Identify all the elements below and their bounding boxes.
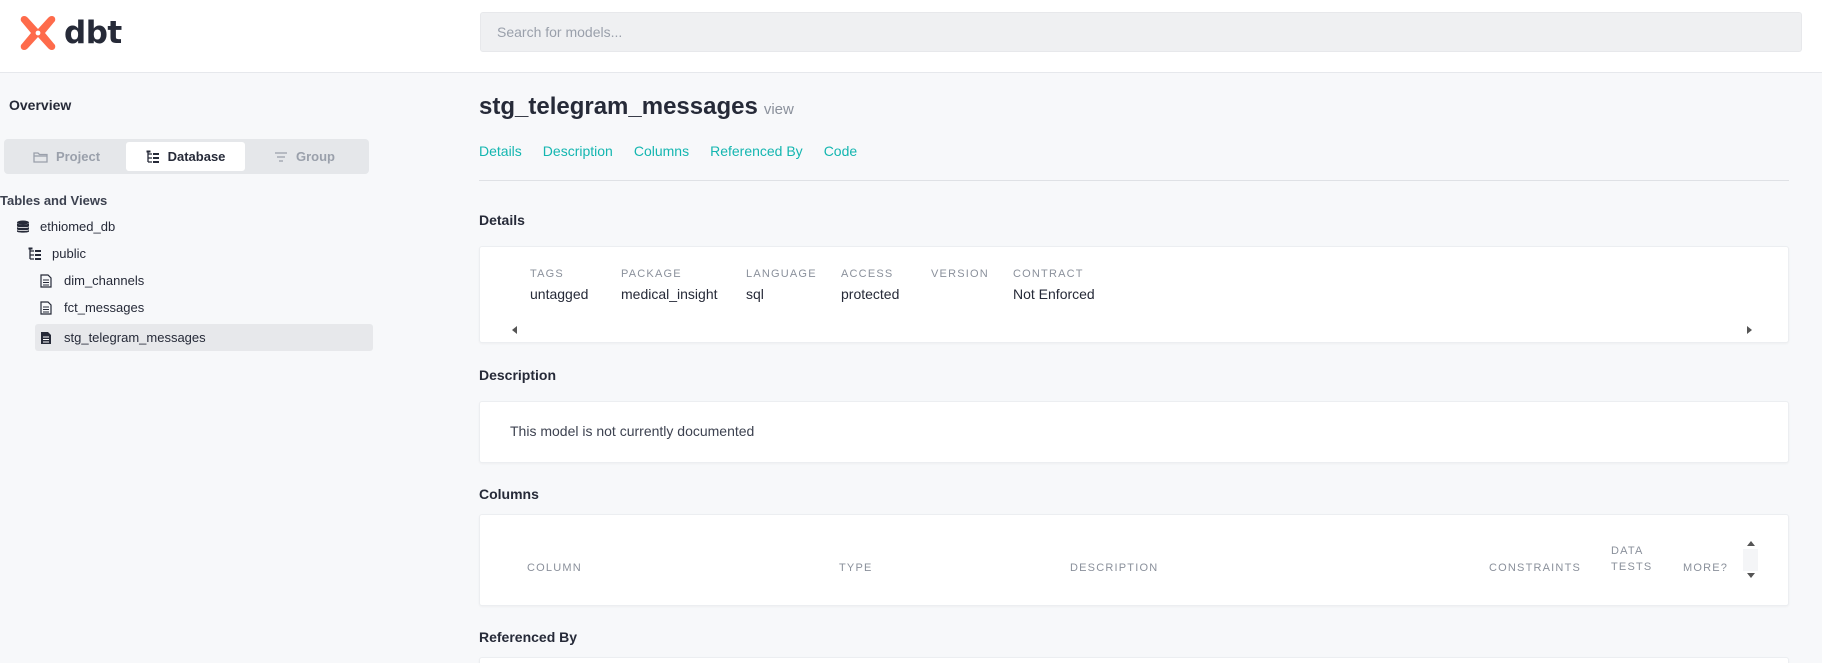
model-name: stg_telegram_messages <box>64 330 206 345</box>
model-name: fct_messages <box>64 300 145 315</box>
dbt-logo-icon <box>20 16 56 50</box>
tree-item-model-selected[interactable]: stg_telegram_messages <box>35 324 373 351</box>
schema-tree-icon <box>28 247 42 261</box>
detail-value: medical_insight <box>621 286 718 302</box>
schema-name: public <box>52 246 86 261</box>
view-switcher: Project Database Group <box>4 139 369 174</box>
detail-label: VERSION <box>931 268 989 280</box>
tabs-divider <box>479 180 1789 181</box>
column-header-constraints[interactable]: CONSTRAINTS <box>1489 560 1581 576</box>
detail-value: untagged <box>530 286 589 302</box>
column-header-type[interactable]: TYPE <box>839 560 873 576</box>
tree-item-database[interactable]: ethiomed_db <box>16 213 115 240</box>
database-tab-button[interactable]: Database <box>126 142 245 171</box>
project-tab-button[interactable]: Project <box>7 142 126 171</box>
detail-label: TAGS <box>530 268 564 280</box>
columns-heading: Columns <box>479 486 539 502</box>
dbt-logo[interactable]: dbt <box>18 13 122 53</box>
database-icon <box>16 220 30 234</box>
description-card: This model is not currently documented <box>479 401 1789 463</box>
column-header-data-tests-line1: DATA <box>1611 545 1644 557</box>
scroll-down-arrow-icon[interactable] <box>1747 573 1755 578</box>
vertical-scrollbar-track[interactable] <box>1743 549 1758 571</box>
group-tab-label: Group <box>296 149 335 164</box>
page-title: stg_telegram_messages <box>479 93 758 120</box>
details-heading: Details <box>479 212 525 228</box>
tab-referenced-by[interactable]: Referenced By <box>710 143 803 159</box>
logo-text: dbt <box>64 15 122 51</box>
document-icon <box>40 273 54 288</box>
document-icon <box>40 300 54 315</box>
top-bar: dbt <box>0 0 1822 73</box>
detail-access: ACCESS protected <box>841 268 904 302</box>
column-header-description[interactable]: DESCRIPTION <box>1070 560 1158 576</box>
model-name: dim_channels <box>64 273 145 288</box>
tab-columns[interactable]: Columns <box>634 143 689 159</box>
database-tab-label: Database <box>167 149 226 164</box>
detail-contract: CONTRACT Not Enforced <box>1013 268 1123 302</box>
referenced-by-heading: Referenced By <box>479 629 578 645</box>
detail-value: Not Enforced <box>1013 286 1095 302</box>
section-tabs: Details Description Columns Referenced B… <box>479 143 857 159</box>
horizontal-scrollbar[interactable] <box>512 326 1752 336</box>
page-title-row: stg_telegram_messages view <box>479 93 794 121</box>
project-tab-label: Project <box>55 149 101 164</box>
details-grid: TAGS untagged PACKAGE medical_insight LA… <box>530 268 1150 302</box>
scroll-up-arrow-icon[interactable] <box>1747 541 1755 546</box>
detail-package: PACKAGE medical_insight <box>621 268 719 302</box>
document-filled-icon <box>40 331 54 345</box>
tab-details[interactable]: Details <box>479 143 522 159</box>
tree-item-schema[interactable]: public <box>28 240 86 267</box>
database-name: ethiomed_db <box>40 219 116 234</box>
detail-label: CONTRACT <box>1013 268 1084 280</box>
detail-tags: TAGS untagged <box>530 268 594 302</box>
details-card: TAGS untagged PACKAGE medical_insight LA… <box>479 246 1789 343</box>
detail-value: protected <box>841 286 900 302</box>
columns-card: COLUMN TYPE DESCRIPTION CONSTRAINTS DATA… <box>479 514 1789 606</box>
tab-code[interactable]: Code <box>824 143 857 159</box>
materialization-label: view <box>763 101 794 118</box>
search-input[interactable] <box>480 12 1802 52</box>
detail-version: VERSION <box>931 268 989 302</box>
detail-label: LANGUAGE <box>746 268 817 280</box>
detail-value: sql <box>746 286 764 302</box>
referenced-by-card <box>479 657 1789 663</box>
tab-description[interactable]: Description <box>543 143 613 159</box>
folder-icon <box>33 151 48 163</box>
detail-label: PACKAGE <box>621 268 682 280</box>
main-content: stg_telegram_messages view Details Descr… <box>479 73 1789 663</box>
column-header-column[interactable]: COLUMN <box>527 560 582 576</box>
scroll-right-arrow-icon[interactable] <box>1747 326 1752 334</box>
tree-item-model[interactable]: dim_channels <box>40 267 144 294</box>
column-header-data-tests-line2: TESTS <box>1611 561 1653 573</box>
description-text: This model is not currently documented <box>510 423 755 439</box>
group-tab-button[interactable]: Group <box>245 142 364 171</box>
tables-and-views-heading: Tables and Views <box>0 193 108 208</box>
scroll-left-arrow-icon[interactable] <box>512 326 517 334</box>
filter-lines-icon <box>275 151 287 162</box>
detail-label: ACCESS <box>841 268 894 280</box>
column-header-data-tests[interactable]: DATA TESTS <box>1611 543 1652 575</box>
detail-language: LANGUAGE sql <box>746 268 817 302</box>
tree-icon <box>146 150 159 163</box>
overview-link[interactable]: Overview <box>9 97 71 113</box>
column-header-more[interactable]: MORE? <box>1683 560 1728 576</box>
description-heading: Description <box>479 367 557 383</box>
sidebar: Overview Project Database Group Tables a… <box>0 73 470 663</box>
tree-item-model[interactable]: fct_messages <box>40 294 144 321</box>
